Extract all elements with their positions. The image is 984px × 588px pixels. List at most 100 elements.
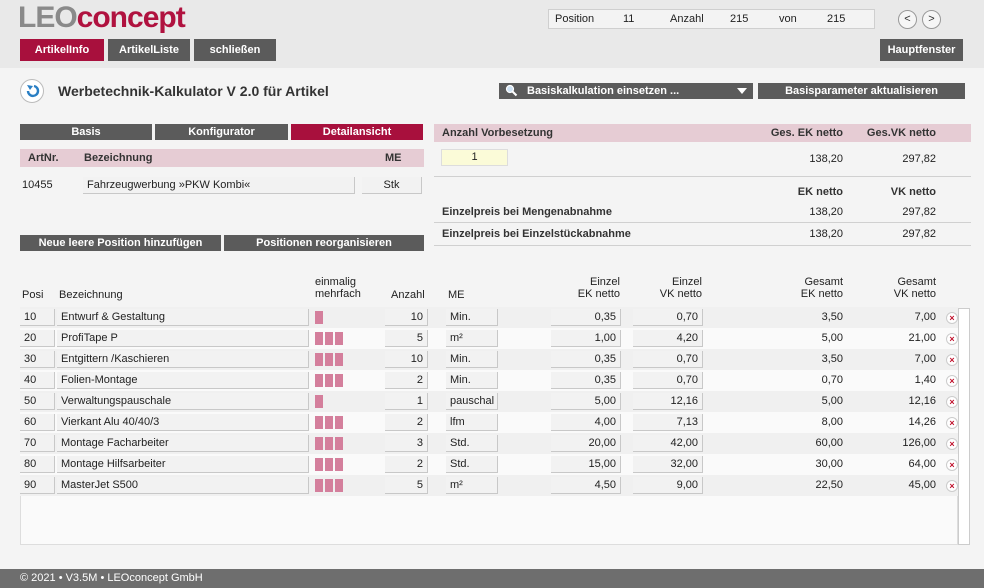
anzahl-field[interactable]: 2 <box>385 414 428 431</box>
bezeichnung-field[interactable]: Vierkant Alu 40/40/3 <box>57 414 309 431</box>
bezeichnung-field[interactable]: Montage Hilfsarbeiter <box>57 456 309 473</box>
bezeichnung-field[interactable]: Verwaltungspauschale <box>57 393 309 410</box>
vk-field[interactable]: 12,16 <box>633 393 703 410</box>
delete-row-icon[interactable]: × <box>946 459 958 471</box>
table-row[interactable]: 40 Folien-Montage 2 Min. 0,35 0,70 0,70 1,40 × <box>20 370 958 391</box>
subtab-detailansicht[interactable]: Detailansicht <box>291 124 423 140</box>
frequency-bar[interactable] <box>315 395 323 408</box>
me-field[interactable]: Min. <box>446 351 498 368</box>
ek-field[interactable]: 4,50 <box>551 477 621 494</box>
me-field[interactable]: Std. <box>446 456 498 473</box>
table-row[interactable]: 90 MasterJet S500 5 m² 4,50 9,00 22,50 45,00 × <box>20 475 958 496</box>
position-field[interactable]: 70 <box>20 435 55 452</box>
frequency-bar[interactable] <box>335 374 343 387</box>
anzahl-field[interactable]: 3 <box>385 435 428 452</box>
ek-field[interactable]: 1,00 <box>551 330 621 347</box>
bezeichnung-field[interactable]: ProfiTape P <box>57 330 309 347</box>
update-parameters-button[interactable]: Basisparameter aktualisieren <box>758 83 965 99</box>
anzahl-field[interactable]: 10 <box>385 309 428 326</box>
frequency-bar[interactable] <box>325 458 333 471</box>
delete-row-icon[interactable]: × <box>946 417 958 429</box>
frequency-bar[interactable] <box>325 437 333 450</box>
frequency-bar[interactable] <box>315 458 323 471</box>
frequency-bar[interactable] <box>315 437 323 450</box>
delete-row-icon[interactable]: × <box>946 438 958 450</box>
tab-artikelliste[interactable]: ArtikelListe <box>108 39 190 61</box>
table-row[interactable]: 50 Verwaltungspauschale 1 pauschal 5,00 12,16… <box>20 391 958 412</box>
frequency-bar[interactable] <box>325 353 333 366</box>
position-field[interactable]: 60 <box>20 414 55 431</box>
delete-row-icon[interactable]: × <box>946 396 958 408</box>
vk-field[interactable]: 0,70 <box>633 372 703 389</box>
table-row[interactable]: 10 Entwurf & Gestaltung 10 Min. 0,35 0,70 3,50… <box>20 307 958 328</box>
tab-artikelinfo[interactable]: ArtikelInfo <box>20 39 104 61</box>
frequency-bar[interactable] <box>335 479 343 492</box>
table-row[interactable]: 70 Montage Facharbeiter 3 Std. 20,00 42,00 60,… <box>20 433 958 454</box>
frequency-bar[interactable] <box>335 353 343 366</box>
frequency-bar[interactable] <box>315 416 323 429</box>
bezeichnung-field[interactable]: Montage Facharbeiter <box>57 435 309 452</box>
frequency-bar[interactable] <box>325 332 333 345</box>
back-icon[interactable] <box>20 79 44 103</box>
delete-row-icon[interactable]: × <box>946 480 958 492</box>
article-name-field[interactable]: Fahrzeugwerbung »PKW Kombi« <box>83 177 355 194</box>
table-row[interactable]: 30 Entgittern /Kaschieren 10 Min. 0,35 0,70 3,… <box>20 349 958 370</box>
vk-field[interactable]: 32,00 <box>633 456 703 473</box>
ek-field[interactable]: 0,35 <box>551 351 621 368</box>
frequency-bar[interactable] <box>335 332 343 345</box>
position-field[interactable]: 90 <box>20 477 55 494</box>
table-scrollbar[interactable] <box>958 308 970 545</box>
me-field[interactable]: m² <box>446 330 498 347</box>
me-field[interactable]: Min. <box>446 372 498 389</box>
ek-field[interactable]: 20,00 <box>551 435 621 452</box>
bezeichnung-field[interactable]: MasterJet S500 <box>57 477 309 494</box>
delete-row-icon[interactable]: × <box>946 312 958 324</box>
anzahl-vorbesetzung-input[interactable]: 1 <box>441 149 508 166</box>
vk-field[interactable]: 0,70 <box>633 309 703 326</box>
frequency-bar[interactable] <box>315 479 323 492</box>
frequency-bar[interactable] <box>335 437 343 450</box>
me-field[interactable]: Min. <box>446 309 498 326</box>
frequency-bar[interactable] <box>315 332 323 345</box>
position-field[interactable]: 10 <box>20 309 55 326</box>
anzahl-field[interactable]: 5 <box>385 330 428 347</box>
vk-field[interactable]: 42,00 <box>633 435 703 452</box>
position-field[interactable]: 40 <box>20 372 55 389</box>
position-field[interactable]: 50 <box>20 393 55 410</box>
main-window-button[interactable]: Hauptfenster <box>880 39 963 61</box>
position-field[interactable]: 80 <box>20 456 55 473</box>
ek-field[interactable]: 4,00 <box>551 414 621 431</box>
subtab-basis[interactable]: Basis <box>20 124 152 140</box>
frequency-bar[interactable] <box>315 374 323 387</box>
prev-record-button[interactable]: < <box>898 10 917 29</box>
frequency-bar[interactable] <box>315 311 323 324</box>
table-row[interactable]: 20 ProfiTape P 5 m² 1,00 4,20 5,00 21,00 × <box>20 328 958 349</box>
bezeichnung-field[interactable]: Folien-Montage <box>57 372 309 389</box>
ek-field[interactable]: 0,35 <box>551 309 621 326</box>
vk-field[interactable]: 4,20 <box>633 330 703 347</box>
anzahl-field[interactable]: 5 <box>385 477 428 494</box>
delete-row-icon[interactable]: × <box>946 375 958 387</box>
frequency-bar[interactable] <box>325 416 333 429</box>
bezeichnung-field[interactable]: Entwurf & Gestaltung <box>57 309 309 326</box>
ek-field[interactable]: 5,00 <box>551 393 621 410</box>
frequency-bar[interactable] <box>325 479 333 492</box>
vk-field[interactable]: 0,70 <box>633 351 703 368</box>
ek-field[interactable]: 0,35 <box>551 372 621 389</box>
position-field[interactable]: 30 <box>20 351 55 368</box>
me-field[interactable]: lfm <box>446 414 498 431</box>
frequency-bar[interactable] <box>335 416 343 429</box>
delete-row-icon[interactable]: × <box>946 333 958 345</box>
me-field[interactable]: Std. <box>446 435 498 452</box>
bezeichnung-field[interactable]: Entgittern /Kaschieren <box>57 351 309 368</box>
vk-field[interactable]: 7,13 <box>633 414 703 431</box>
table-row[interactable]: 60 Vierkant Alu 40/40/3 2 lfm 4,00 7,13 8,00 14… <box>20 412 958 433</box>
frequency-bar[interactable] <box>315 353 323 366</box>
anzahl-field[interactable]: 2 <box>385 456 428 473</box>
table-row[interactable]: 80 Montage Hilfsarbeiter 2 Std. 15,00 32,00 30… <box>20 454 958 475</box>
ek-field[interactable]: 15,00 <box>551 456 621 473</box>
basiskalkulation-dropdown[interactable]: Basiskalkulation einsetzen ... <box>499 83 753 99</box>
frequency-bar[interactable] <box>325 374 333 387</box>
add-position-button[interactable]: Neue leere Position hinzufügen <box>20 235 221 251</box>
next-record-button[interactable]: > <box>922 10 941 29</box>
